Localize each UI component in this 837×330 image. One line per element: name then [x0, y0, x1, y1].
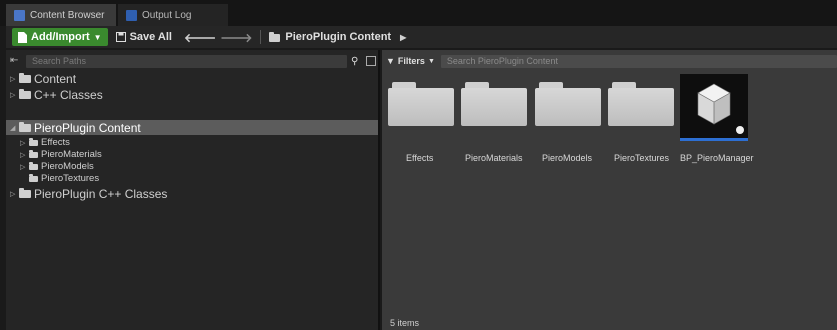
- search-icon[interactable]: ⚲: [351, 56, 363, 67]
- toolbar: Add/Import ▼ Save All 🡐 🡒 PieroPlugin Co…: [6, 26, 837, 48]
- asset-status-dot: [736, 126, 744, 134]
- tree-item-effects[interactable]: ▷ Effects: [20, 137, 70, 148]
- forward-arrow-icon[interactable]: 🡒: [220, 30, 252, 45]
- code-folder-icon: [19, 89, 31, 99]
- expand-arrow-icon[interactable]: ▷: [20, 139, 26, 147]
- chevron-right-icon[interactable]: ▶: [400, 33, 406, 42]
- tree-item-pierotextures[interactable]: PieroTextures: [20, 173, 99, 184]
- collapse-sources-icon[interactable]: ⇤: [10, 55, 24, 67]
- tab-output-log[interactable]: Output Log: [118, 4, 228, 26]
- new-file-icon: [18, 31, 27, 43]
- chevron-down-icon: ▼: [427, 57, 435, 65]
- view-options-icon[interactable]: [366, 56, 376, 66]
- tree-item-pieromodels[interactable]: ▷ PieroModels: [20, 161, 94, 172]
- asset-selection-bar: [680, 138, 748, 141]
- filters-button[interactable]: ▼ Filters ▼: [386, 56, 435, 66]
- add-import-button[interactable]: Add/Import ▼: [12, 28, 108, 46]
- filter-row: ▼ Filters ▼ Search PieroPlugin Content: [386, 54, 837, 68]
- tree-item-pieroplugin-cpp-classes[interactable]: ▷ PieroPlugin C++ Classes: [10, 187, 167, 201]
- tree-item-label: PieroPlugin Content: [34, 121, 141, 135]
- tab-label: Output Log: [142, 9, 192, 21]
- add-import-label: Add/Import: [31, 31, 90, 43]
- expand-arrow-icon[interactable]: ▷: [10, 91, 16, 99]
- search-paths-input[interactable]: Search Paths: [26, 54, 347, 68]
- folder-icon: [29, 149, 38, 158]
- breadcrumb[interactable]: PieroPlugin Content: [269, 31, 391, 43]
- asset-view: ▼ Filters ▼ Search PieroPlugin Content E…: [382, 50, 837, 330]
- tree-item-pieroplugin-content[interactable]: ◢ PieroPlugin Content: [10, 121, 141, 135]
- blueprint-cube-icon: [697, 83, 731, 125]
- breadcrumb-label: PieroPlugin Content: [285, 31, 392, 43]
- save-icon: [115, 32, 126, 42]
- filters-label: Filters: [397, 56, 425, 66]
- tree-item-pieromaterials[interactable]: ▷ PieroMaterials: [20, 149, 102, 160]
- folder-icon: [535, 82, 601, 126]
- expand-arrow-icon[interactable]: ▷: [10, 190, 16, 198]
- expand-arrow-icon[interactable]: ▷: [20, 151, 26, 159]
- tree-item-label: PieroModels: [41, 161, 94, 172]
- open-folder-icon: [19, 122, 31, 132]
- folder-icon: [29, 173, 38, 182]
- content-browser-icon: [14, 9, 25, 21]
- output-log-icon: [126, 9, 137, 21]
- folder-label: PieroMaterials: [465, 153, 523, 163]
- tree-item-label: PieroPlugin C++ Classes: [34, 187, 168, 201]
- tree-item-label: Content: [34, 72, 77, 86]
- chevron-down-icon: ▼: [93, 32, 102, 42]
- path-search-row: ⇤ Search Paths ⚲: [10, 54, 376, 68]
- save-all-label: Save All: [129, 31, 172, 43]
- asset-tile-bp-pieromanager[interactable]: [680, 74, 748, 140]
- asset-label: BP_PieroManager: [680, 153, 754, 163]
- tree-item-label: PieroTextures: [41, 173, 100, 184]
- folder-icon: [29, 161, 38, 170]
- tab-bar: Content Browser Output Log: [0, 0, 837, 26]
- folder-label: Effects: [406, 153, 434, 163]
- save-all-button[interactable]: Save All: [115, 31, 172, 43]
- filter-icon: ▼: [386, 56, 395, 66]
- item-count-status: 5 items: [390, 318, 420, 328]
- tab-label: Content Browser: [30, 9, 105, 21]
- toolbar-divider: [260, 30, 262, 44]
- tab-content-browser[interactable]: Content Browser: [6, 4, 116, 26]
- asset-search-input[interactable]: Search PieroPlugin Content: [440, 54, 837, 68]
- folder-label: PieroModels: [542, 153, 593, 163]
- tree-item-label: Effects: [41, 137, 70, 148]
- folder-icon: [461, 82, 527, 126]
- folder-icon: [269, 32, 281, 42]
- folder-icon: [29, 137, 38, 146]
- sources-panel: ⇤ Search Paths ⚲ ▷ Content ▷ C++ Classes…: [6, 50, 380, 330]
- back-arrow-icon[interactable]: 🡐: [184, 30, 216, 45]
- expand-arrow-icon[interactable]: ▷: [20, 163, 26, 171]
- code-folder-icon: [19, 188, 31, 198]
- tree-item-cpp-classes[interactable]: ▷ C++ Classes: [10, 88, 103, 102]
- folder-icon: [19, 73, 31, 83]
- folder-icon: [608, 82, 674, 126]
- tree-item-content[interactable]: ▷ Content: [10, 72, 76, 86]
- folder-label: PieroTextures: [614, 153, 670, 163]
- tree-item-label: C++ Classes: [34, 88, 103, 102]
- collapse-arrow-icon[interactable]: ◢: [10, 124, 16, 132]
- expand-arrow-icon[interactable]: ▷: [10, 75, 16, 83]
- tree-item-label: PieroMaterials: [41, 149, 102, 160]
- folder-icon: [388, 82, 454, 126]
